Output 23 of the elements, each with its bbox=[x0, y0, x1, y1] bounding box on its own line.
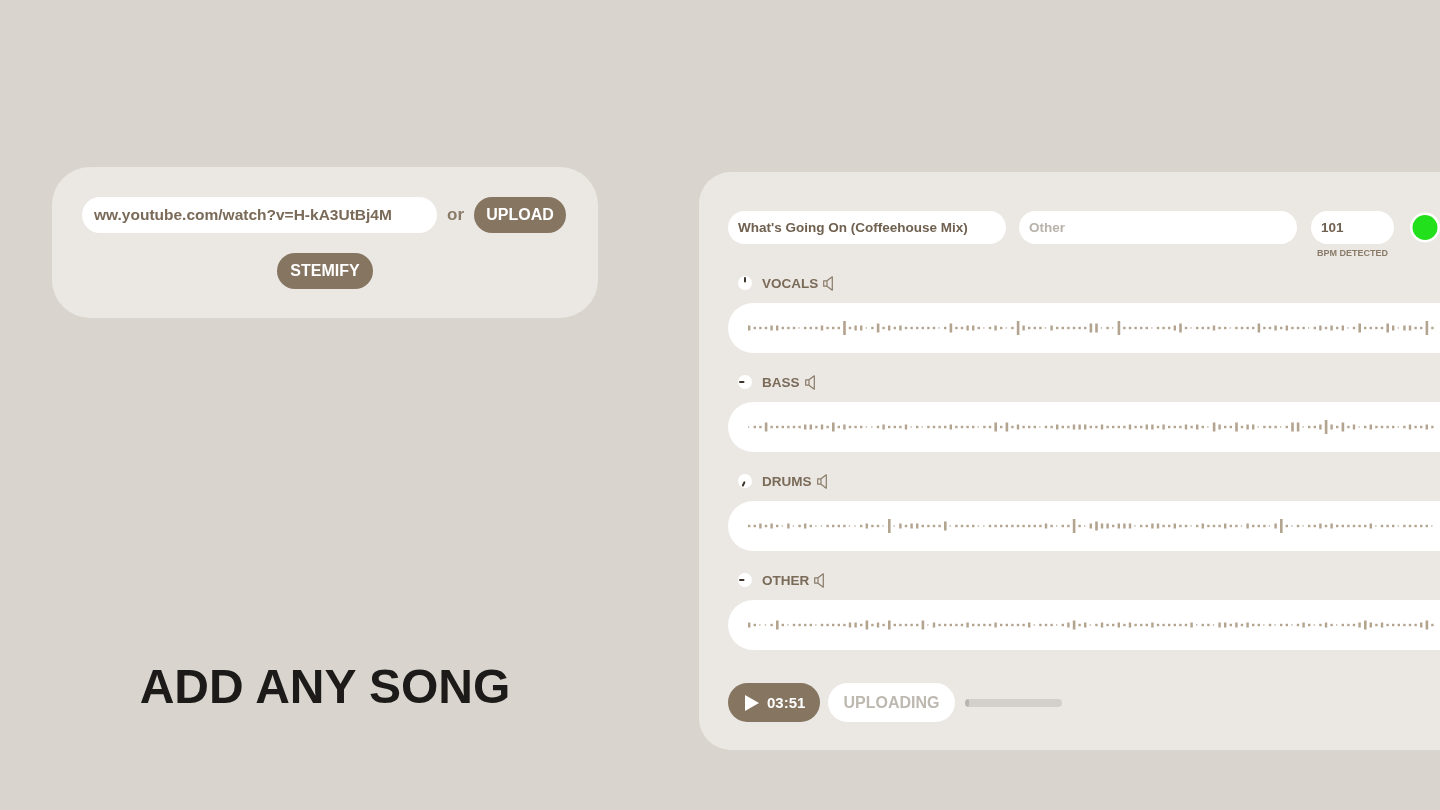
url-field[interactable]: ww.youtube.com/watch?v=H-kA3UtBj4M bbox=[82, 197, 437, 233]
category-field[interactable]: Other bbox=[1019, 211, 1297, 244]
status-dot-icon bbox=[1410, 211, 1440, 244]
spinner-icon bbox=[738, 276, 752, 290]
speaker-icon[interactable] bbox=[804, 374, 818, 390]
headline: ADD ANY SONG bbox=[139, 660, 511, 713]
stem-label: VOCALS bbox=[762, 275, 819, 291]
spinner-icon bbox=[738, 573, 752, 587]
play-icon bbox=[745, 694, 759, 711]
stem-label: DRUMS bbox=[762, 473, 812, 489]
spinner-icon bbox=[738, 474, 752, 488]
upload-button[interactable]: UPLOAD bbox=[474, 197, 566, 233]
play-button[interactable]: 03:51 bbox=[728, 683, 820, 722]
stem-label: OTHER bbox=[762, 572, 810, 588]
spinner-icon bbox=[738, 375, 752, 389]
speaker-icon[interactable] bbox=[816, 473, 830, 489]
or-label: or bbox=[447, 205, 464, 225]
stem-label: BASS bbox=[762, 374, 800, 390]
upload-status: UPLOADING bbox=[828, 683, 955, 722]
bpm-field[interactable]: 101 bbox=[1311, 211, 1394, 244]
bpm-caption: BPM DETECTED bbox=[1317, 248, 1388, 259]
song-title-field[interactable]: What's Going On (Coffeehouse Mix) bbox=[728, 211, 1006, 244]
stemify-button[interactable]: STEMIFY bbox=[277, 253, 373, 289]
